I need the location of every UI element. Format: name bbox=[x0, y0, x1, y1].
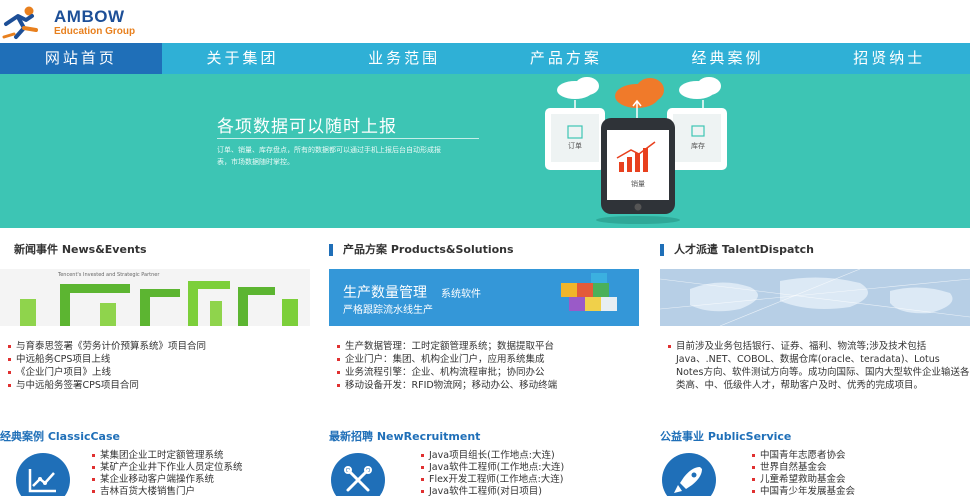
list-item[interactable]: 《企业门户项目》上线 bbox=[8, 366, 308, 379]
list-item[interactable]: 中国青年志愿者协会 bbox=[752, 450, 855, 462]
products-title[interactable]: 产品方案 Products&Solutions bbox=[329, 240, 639, 260]
chart-trend-icon bbox=[16, 453, 70, 496]
sales-label: 销量 bbox=[631, 179, 645, 188]
public-title[interactable]: 公益事业 PublicService bbox=[660, 429, 970, 445]
products-image[interactable]: 生产数量管理 系统软件 严格跟踪流水线生产 bbox=[329, 269, 639, 326]
list-item[interactable]: 世界自然基金会 bbox=[752, 462, 855, 474]
mobile-reporting-illustration: 订单 库存 销量 bbox=[545, 77, 727, 224]
stock-label: 库存 bbox=[691, 141, 705, 150]
news-section: 新闻事件 News&Events Tencent's Invested and … bbox=[0, 240, 310, 391]
order-label: 订单 bbox=[568, 141, 582, 150]
list-item[interactable]: 中远船务CPS项目上线 bbox=[8, 353, 308, 366]
products-list: 生产数据管理：工时定额管理系统；数据提取平台 企业门户：集团、机构企业门户，应用… bbox=[337, 340, 637, 392]
talent-description: 目前涉及业务包括银行、证券、福利、物流等;涉及技术包括Java、.NET、COB… bbox=[668, 340, 970, 392]
list-item[interactable]: 某集团企业工时定额管理系统 bbox=[92, 450, 243, 462]
products-banner-sub: 严格跟踪流水线生产 bbox=[343, 303, 433, 316]
talent-title[interactable]: 人才派遣 TalentDispatch bbox=[660, 240, 970, 260]
classic-section: 经典案例 ClassicCase 某集团企业工时定额管理系统 某矿产企业井下作业… bbox=[0, 429, 310, 496]
banner-description: 订单、销量、库存盘点，所有的数据都可以通过手机上报后台自动形成报表，市场数据随时… bbox=[217, 146, 441, 166]
news-image-caption: Tencent's Invested and Strategic Partner bbox=[57, 272, 160, 278]
rocket-icon bbox=[662, 453, 716, 496]
public-list: 中国青年志愿者协会 世界自然基金会 儿童希望救助基金会 中国青少年发展基金会 bbox=[752, 450, 855, 496]
nav-item-jobs[interactable]: 招贤纳士 bbox=[808, 43, 970, 74]
news-title[interactable]: 新闻事件 News&Events bbox=[0, 240, 310, 260]
list-item[interactable]: 某企业移动客户端操作系统 bbox=[92, 474, 243, 486]
talent-section: 人才派遣 TalentDispatch 目前涉及业务包括银行、证券、福利、物流等… bbox=[660, 240, 970, 391]
brand-name: AMBOW bbox=[54, 7, 125, 26]
world-map-graphic bbox=[660, 269, 970, 326]
list-item[interactable]: 企业门户：集团、机构企业门户，应用系统集成 bbox=[337, 353, 637, 366]
recruit-section: 最新招聘 NewRecruitment Java项目组长(工作地点:大连) Ja… bbox=[329, 429, 639, 496]
list-item[interactable]: Java软件工程师(对日项目) bbox=[421, 486, 564, 496]
list-item[interactable]: 生产数据管理：工时定额管理系统；数据提取平台 bbox=[337, 340, 637, 353]
list-item[interactable]: 儿童希望救助基金会 bbox=[752, 474, 855, 486]
list-item[interactable]: 移动设备开发：RFID物流网；移动办公、移动终端 bbox=[337, 379, 637, 392]
products-section: 产品方案 Products&Solutions 生产数量管理 系统软件 严格跟踪… bbox=[329, 240, 639, 391]
public-section: 公益事业 PublicService 中国青年志愿者协会 世界自然基金会 儿童希… bbox=[660, 429, 970, 496]
classic-title[interactable]: 经典案例 ClassicCase bbox=[0, 429, 310, 445]
list-item[interactable]: 与育泰思签署《劳务计价预算系统》项目合同 bbox=[8, 340, 308, 353]
list-item[interactable]: 中国青少年发展基金会 bbox=[752, 486, 855, 496]
runner-logo-icon bbox=[2, 6, 38, 39]
news-banner-graphic: Tencent's Invested and Strategic Partner bbox=[0, 269, 310, 326]
hero-banner[interactable]: 各项数据可以随时上报 订单、销量、库存盘点，所有的数据都可以通过手机上报后台自动… bbox=[0, 74, 970, 228]
list-item[interactable]: Java软件工程师(工作地点:大连) bbox=[421, 462, 564, 474]
site-header: AMBOW Education Group bbox=[0, 0, 970, 43]
list-item[interactable]: 业务流程引擎：企业、机构流程审批；协同办公 bbox=[337, 366, 637, 379]
list-item[interactable]: 某矿产企业井下作业人员定位系统 bbox=[92, 462, 243, 474]
products-banner-graphic: 生产数量管理 系统软件 严格跟踪流水线生产 bbox=[329, 269, 639, 326]
recruit-title[interactable]: 最新招聘 NewRecruitment bbox=[329, 429, 639, 445]
main-nav: 网站首页 关于集团 业务范围 产品方案 经典案例 招贤纳士 bbox=[0, 43, 970, 74]
talent-image[interactable] bbox=[660, 269, 970, 326]
products-banner-suffix: 系统软件 bbox=[441, 287, 481, 300]
news-list: 与育泰思签署《劳务计价预算系统》项目合同 中远船务CPS项目上线 《企业门户项目… bbox=[8, 340, 308, 392]
list-item[interactable]: Flex开发工程师(工作地点:大连) bbox=[421, 474, 564, 486]
news-image[interactable]: Tencent's Invested and Strategic Partner bbox=[0, 269, 310, 326]
list-item[interactable]: 与中远船务签署CPS项目合同 bbox=[8, 379, 308, 392]
list-item[interactable]: Java项目组长(工作地点:大连) bbox=[421, 450, 564, 462]
classic-list: 某集团企业工时定额管理系统 某矿产企业井下作业人员定位系统 某企业移动客户端操作… bbox=[92, 450, 243, 496]
nav-item-products[interactable]: 产品方案 bbox=[485, 43, 647, 74]
tools-icon bbox=[331, 453, 385, 496]
nav-item-cases[interactable]: 经典案例 bbox=[647, 43, 809, 74]
banner-title: 各项数据可以随时上报 bbox=[217, 117, 397, 137]
recruit-list: Java项目组长(工作地点:大连) Java软件工程师(工作地点:大连) Fle… bbox=[421, 450, 564, 496]
brand-subtitle: Education Group bbox=[54, 26, 136, 37]
nav-item-home[interactable]: 网站首页 bbox=[0, 43, 162, 74]
nav-item-business[interactable]: 业务范围 bbox=[323, 43, 485, 74]
products-banner-main: 生产数量管理 bbox=[343, 285, 427, 301]
nav-item-about[interactable]: 关于集团 bbox=[162, 43, 324, 74]
company-logo[interactable]: AMBOW Education Group bbox=[2, 4, 162, 40]
banner-divider bbox=[217, 138, 479, 139]
list-item[interactable]: 吉林百货大楼销售门户 bbox=[92, 486, 243, 496]
